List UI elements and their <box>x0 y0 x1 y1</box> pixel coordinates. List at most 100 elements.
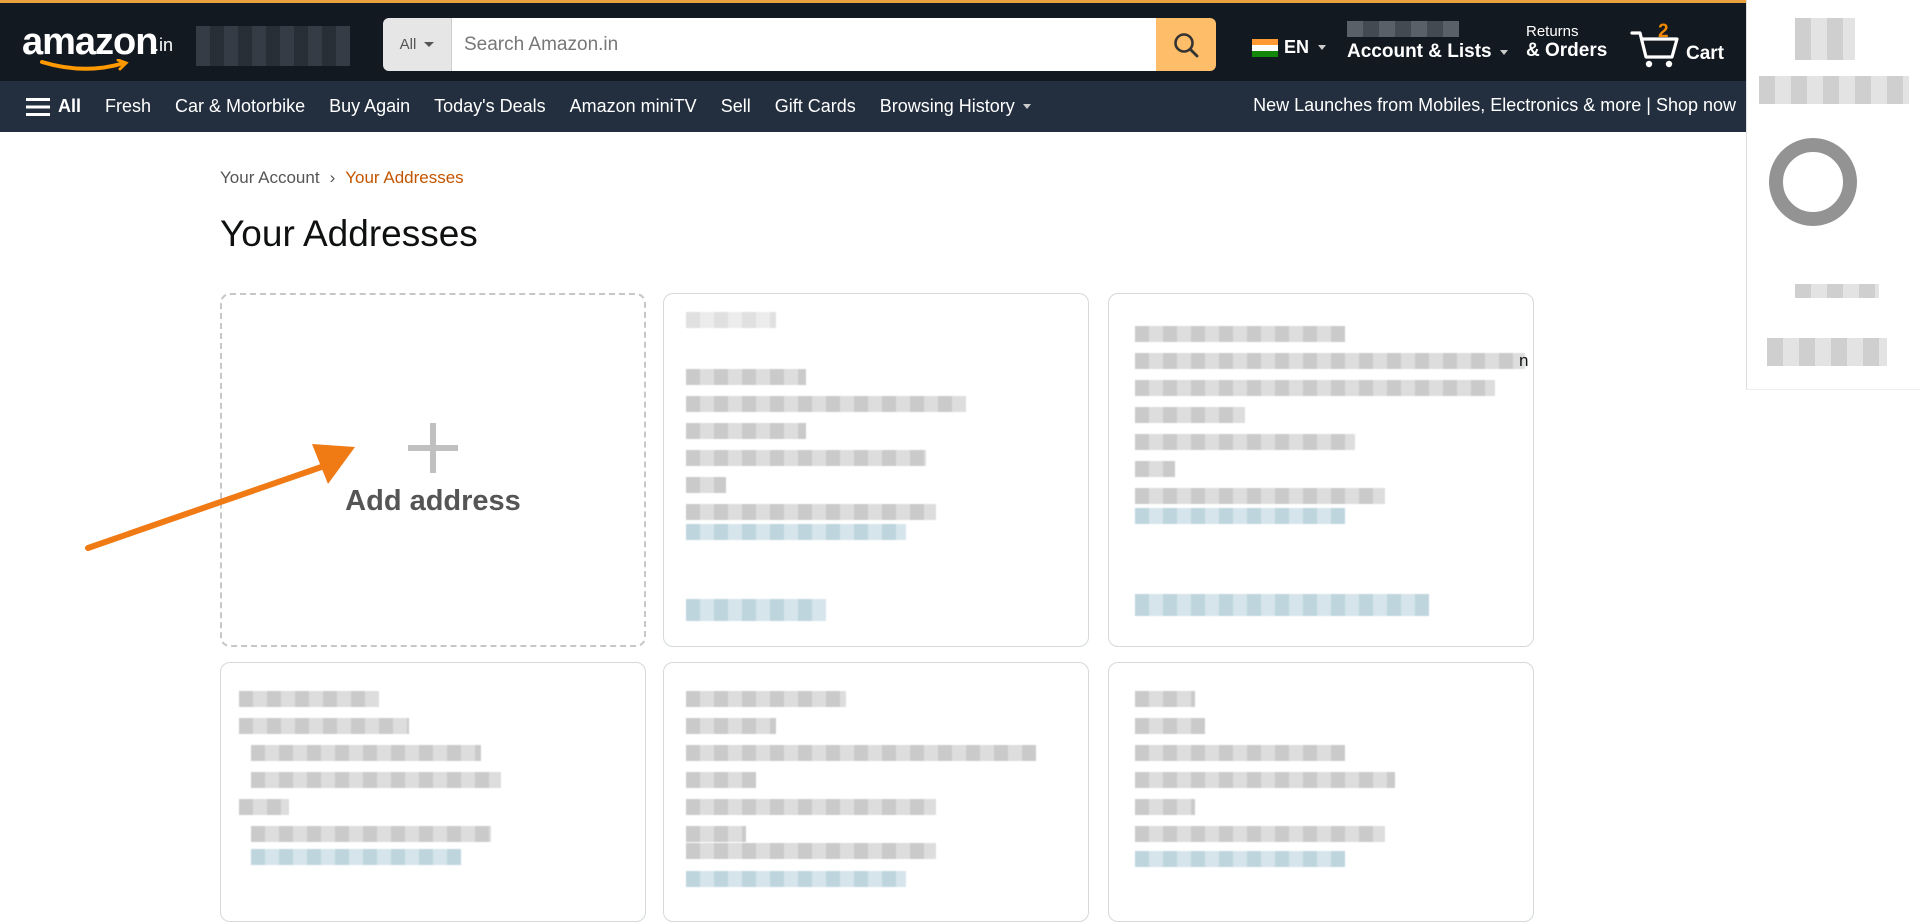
stray-text: n <box>1519 351 1529 370</box>
redacted-text <box>686 718 776 734</box>
redacted-text <box>686 772 756 788</box>
nav-item-buy-again[interactable]: Buy Again <box>329 96 410 117</box>
cart-button[interactable]: 2 Cart <box>1630 21 1740 71</box>
breadcrumb: Your Account › Your Addresses <box>220 168 464 188</box>
redacted-text <box>686 423 806 439</box>
orders-label: & Orders <box>1526 40 1608 61</box>
add-address-label: Add address <box>345 484 521 517</box>
redacted-text <box>686 369 806 385</box>
caret-down-icon <box>1022 104 1031 109</box>
redacted-text <box>1135 434 1355 450</box>
redacted-text <box>1135 380 1495 396</box>
redacted-text <box>1135 745 1345 761</box>
nav-item-car-motorbike[interactable]: Car & Motorbike <box>175 96 305 117</box>
page-title: Your Addresses <box>220 213 478 254</box>
redacted-text <box>686 799 936 815</box>
logo-text: amazon <box>22 21 158 63</box>
nav-item-browsing-history[interactable]: Browsing History <box>880 96 1031 117</box>
account-lists-menu[interactable]: Account & Lists <box>1347 21 1508 63</box>
nav-item-amazon-minitv[interactable]: Amazon miniTV <box>570 96 697 117</box>
add-address-card[interactable]: Add address <box>220 293 646 647</box>
redacted-text <box>1135 326 1345 342</box>
side-panel-redacted <box>1746 0 1920 390</box>
amazon-logo[interactable]: amazon .in <box>22 21 182 71</box>
search-input[interactable] <box>452 18 1156 71</box>
redacted-text <box>686 691 846 707</box>
redacted-text <box>251 745 481 761</box>
browsing-history-label: Browsing History <box>879 96 1015 116</box>
redacted-link <box>686 871 906 887</box>
returns-orders-link[interactable]: Returns & Orders <box>1526 23 1607 62</box>
promo-link[interactable]: New Launches from Mobiles, Electronics &… <box>1253 95 1736 116</box>
redacted-link <box>1135 851 1345 867</box>
redacted-text <box>686 843 936 859</box>
redacted-text <box>686 745 1036 761</box>
cart-count-badge: 2 <box>1658 21 1669 42</box>
search-icon <box>1174 32 1199 57</box>
redacted-block <box>1795 284 1879 298</box>
hamburger-menu-icon <box>26 97 50 116</box>
redacted-text <box>686 477 726 493</box>
breadcrumb-separator: › <box>329 168 336 187</box>
account-lists-label: Account & Lists <box>1347 41 1492 62</box>
redacted-text <box>1135 407 1245 423</box>
redacted-text <box>1135 718 1205 734</box>
breadcrumb-your-addresses[interactable]: Your Addresses <box>345 168 463 188</box>
nav-item-sell[interactable]: Sell <box>721 96 751 117</box>
redacted-link <box>251 849 461 865</box>
redacted-block <box>1759 76 1909 104</box>
redacted-text <box>239 691 379 707</box>
redacted-block <box>1767 338 1887 366</box>
search-button[interactable] <box>1156 18 1216 71</box>
account-greeting-redacted <box>1347 21 1459 37</box>
redacted-link <box>686 524 906 540</box>
address-card <box>663 662 1089 922</box>
plus-icon <box>408 422 458 473</box>
top-navigation-bar: amazon .in All EN Acco <box>0 0 1746 81</box>
search-bar: All <box>383 18 1216 71</box>
redacted-text <box>686 504 936 520</box>
redacted-text <box>1135 799 1195 815</box>
redacted-text <box>1135 353 1525 369</box>
search-category-dropdown[interactable]: All <box>383 18 452 71</box>
redacted-text <box>686 826 746 842</box>
nav-item-gift-cards[interactable]: Gift Cards <box>775 96 856 117</box>
redacted-link <box>1135 508 1345 524</box>
redacted-text <box>1135 826 1385 842</box>
avatar-placeholder <box>1769 138 1857 226</box>
cart-label: Cart <box>1686 43 1725 64</box>
redacted-text <box>1135 488 1385 504</box>
redacted-text <box>686 312 776 328</box>
redacted-actions[interactable] <box>1135 594 1429 616</box>
redacted-text <box>1135 691 1195 707</box>
caret-down-icon <box>1499 49 1508 55</box>
india-flag-icon <box>1252 38 1278 57</box>
redacted-text <box>251 826 491 842</box>
address-card <box>220 662 646 922</box>
address-card <box>663 293 1089 647</box>
breadcrumb-your-account[interactable]: Your Account <box>220 168 320 188</box>
delivery-location-redacted[interactable] <box>196 26 350 66</box>
redacted-actions[interactable] <box>686 599 826 621</box>
caret-down-icon <box>1318 45 1327 50</box>
redacted-text <box>239 799 289 815</box>
address-card <box>1108 662 1534 922</box>
caret-down-icon <box>424 42 435 47</box>
logo-smile-icon <box>40 59 129 71</box>
nav-item-fresh[interactable]: Fresh <box>105 96 151 117</box>
redacted-text <box>686 450 926 466</box>
nav-item-todays-deals[interactable]: Today's Deals <box>434 96 546 117</box>
all-menu-label: All <box>58 96 82 116</box>
redacted-text <box>1135 772 1395 788</box>
redacted-text <box>251 772 501 788</box>
returns-label: Returns <box>1526 23 1579 40</box>
language-selector[interactable]: EN <box>1252 37 1327 58</box>
redacted-text <box>1135 461 1175 477</box>
cart-icon <box>1630 31 1679 68</box>
all-menu-button[interactable]: All <box>26 96 81 117</box>
language-label: EN <box>1284 37 1310 57</box>
secondary-navigation-bar: All Fresh Car & Motorbike Buy Again Toda… <box>0 81 1746 132</box>
search-category-label: All <box>399 36 417 53</box>
redacted-text <box>686 396 966 412</box>
logo-suffix: .in <box>154 35 174 55</box>
